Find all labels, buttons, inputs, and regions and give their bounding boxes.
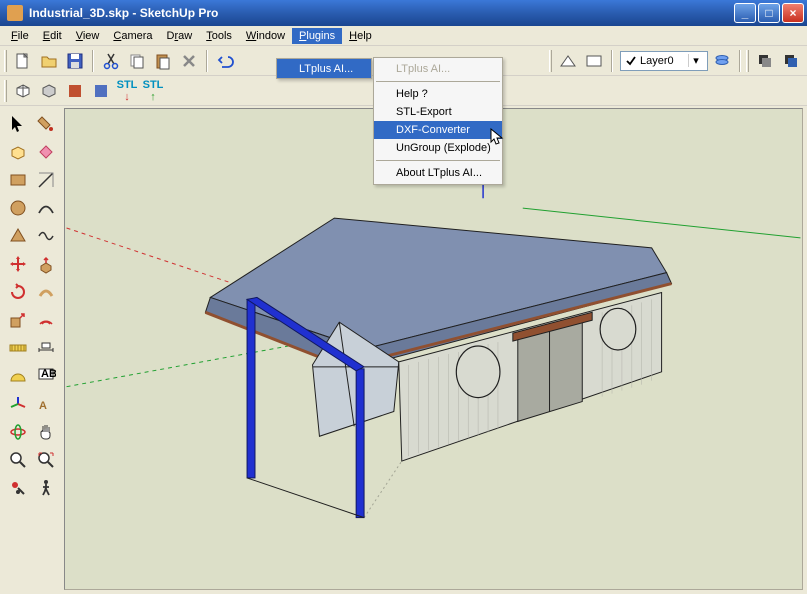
model-info-button[interactable] [556, 49, 580, 73]
orbit-tool[interactable] [4, 418, 32, 446]
plugins-ltplus-item[interactable]: LTplus AI... ▸ [277, 59, 371, 78]
freehand-tool[interactable] [32, 222, 60, 250]
axes-tool[interactable] [4, 390, 32, 418]
component-tool[interactable] [4, 138, 32, 166]
shadow-button[interactable] [753, 49, 777, 73]
copy-button[interactable] [125, 49, 149, 73]
stl-import-button[interactable]: STL↑ [141, 79, 165, 103]
layer-manager-button[interactable] [710, 49, 734, 73]
minimize-button[interactable]: _ [734, 3, 756, 23]
scale-tool[interactable] [4, 306, 32, 334]
eraser-tool[interactable] [32, 138, 60, 166]
text-tool[interactable]: ABC [32, 362, 60, 390]
menubar: File Edit View Camera Draw Tools Window … [0, 26, 807, 46]
app-icon [7, 5, 23, 21]
iso-view-button[interactable] [11, 79, 35, 103]
submenu-help[interactable]: Help ? [374, 85, 502, 103]
offset-tool[interactable] [32, 306, 60, 334]
submenu-stl-export[interactable]: STL-Export [374, 103, 502, 121]
menu-edit[interactable]: Edit [36, 28, 69, 44]
circle-tool[interactable] [4, 194, 32, 222]
tape-tool[interactable] [4, 334, 32, 362]
save-button[interactable] [63, 49, 87, 73]
menu-plugins[interactable]: Plugins [292, 28, 342, 44]
followme-tool[interactable] [32, 278, 60, 306]
dimension-tool[interactable] [32, 334, 60, 362]
titlebar: Industrial_3D.skp - SketchUp Pro _ □ × [0, 0, 807, 26]
menu-tools[interactable]: Tools [199, 28, 239, 44]
pan-tool[interactable] [32, 418, 60, 446]
protractor-tool[interactable] [4, 362, 32, 390]
submenu-ungroup[interactable]: UnGroup (Explode) [374, 139, 502, 157]
zoom-tool[interactable] [4, 446, 32, 474]
3dtext-tool[interactable]: A [32, 390, 60, 418]
open-button[interactable] [37, 49, 61, 73]
chevron-down-icon: ▾ [688, 54, 703, 67]
svg-text:A: A [39, 400, 47, 412]
zoom-extents-tool[interactable] [32, 446, 60, 474]
tool-palette: ABC A [2, 108, 62, 590]
position-camera-tool[interactable] [4, 474, 32, 502]
menu-window[interactable]: Window [239, 28, 292, 44]
submenu-dxf-converter[interactable]: DXF-Converter [374, 121, 502, 139]
rotate-tool[interactable] [4, 278, 32, 306]
ltplus-submenu: LTplus AI... Help ? STL-Export DXF-Conve… [373, 57, 503, 185]
layer-selector[interactable]: Layer0 ▾ [620, 51, 708, 71]
line-tool[interactable] [32, 166, 60, 194]
rectangle-tool[interactable] [4, 166, 32, 194]
submenu-ltplus: LTplus AI... [374, 60, 502, 78]
plugins-dropdown: LTplus AI... ▸ [276, 58, 372, 79]
maximize-button[interactable]: □ [758, 3, 780, 23]
submenu-about[interactable]: About LTplus AI... [374, 164, 502, 182]
layer-name: Layer0 [640, 55, 685, 67]
undo-button[interactable] [213, 49, 237, 73]
dropdown-label: LTplus AI... [299, 63, 353, 75]
paint-tool[interactable] [32, 110, 60, 138]
entity-info-button[interactable] [582, 49, 606, 73]
style2-button[interactable] [89, 79, 113, 103]
polygon-tool[interactable] [4, 222, 32, 250]
check-icon [625, 55, 637, 67]
menu-camera[interactable]: Camera [106, 28, 159, 44]
menu-file[interactable]: File [4, 28, 36, 44]
front-view-button[interactable] [37, 79, 61, 103]
select-tool[interactable] [4, 110, 32, 138]
arc-tool[interactable] [32, 194, 60, 222]
menu-draw[interactable]: Draw [160, 28, 200, 44]
cut-button[interactable] [99, 49, 123, 73]
window-title: Industrial_3D.skp - SketchUp Pro [27, 6, 732, 20]
style1-button[interactable] [63, 79, 87, 103]
svg-text:ABC: ABC [41, 368, 56, 380]
new-button[interactable] [11, 49, 35, 73]
stl-export-button[interactable]: STL↓ [115, 79, 139, 103]
menu-view[interactable]: View [69, 28, 107, 44]
shadow-settings-button[interactable] [779, 49, 803, 73]
move-tool[interactable] [4, 250, 32, 278]
pushpull-tool[interactable] [32, 250, 60, 278]
paste-button[interactable] [151, 49, 175, 73]
menu-help[interactable]: Help [342, 28, 379, 44]
delete-button[interactable] [177, 49, 201, 73]
close-button[interactable]: × [782, 3, 804, 23]
walk-tool[interactable] [32, 474, 60, 502]
cursor-icon [490, 128, 506, 146]
